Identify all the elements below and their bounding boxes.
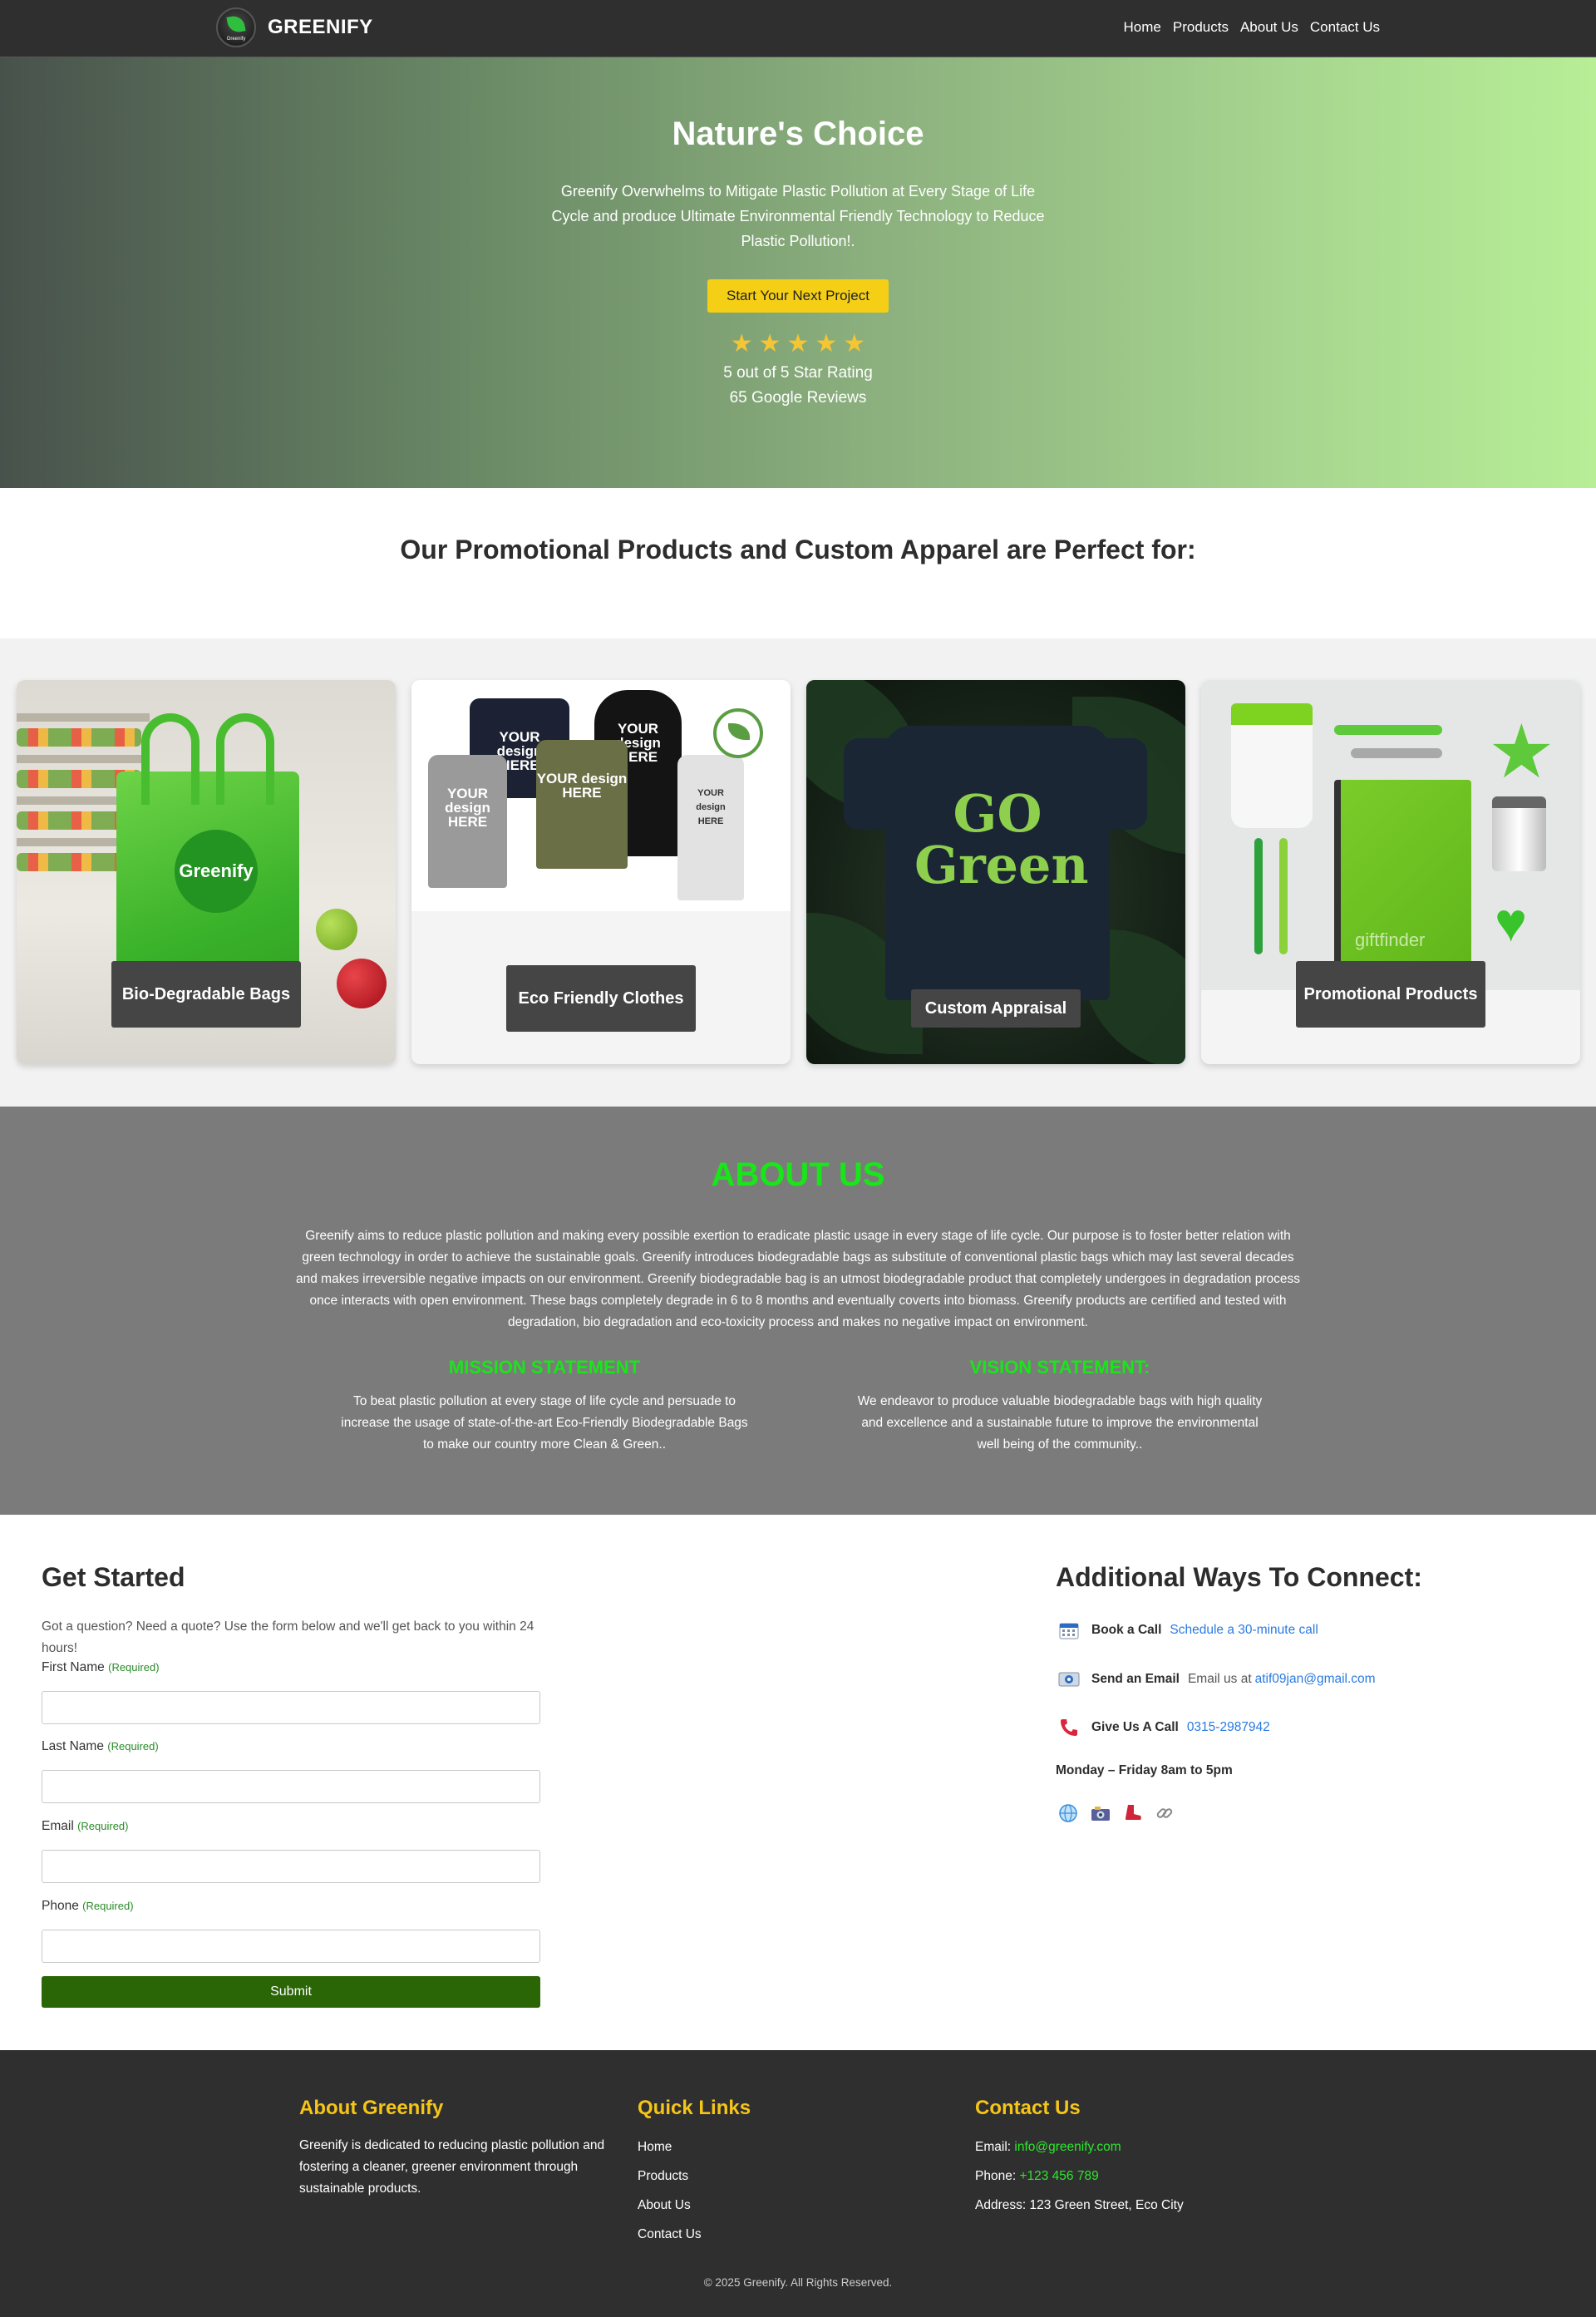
footer-link-about[interactable]: About Us: [638, 2198, 691, 2213]
card-custom-appraisal[interactable]: GO Green Custom Appraisal: [806, 680, 1185, 1064]
star-icon: ★: [786, 330, 810, 357]
reviews-text: 65 Google Reviews: [729, 389, 867, 407]
footer-link-home[interactable]: Home: [638, 2140, 672, 2155]
footer-about-text: Greenify is dedicated to reducing plasti…: [299, 2138, 605, 2196]
phone-label: Phone (Required): [42, 1899, 134, 1913]
hero-description: Greenify Overwhelms to Mitigate Plastic …: [551, 183, 1045, 249]
perfect-for-heading: Our Promotional Products and Custom Appa…: [400, 535, 1196, 564]
star-icon: ★: [758, 330, 781, 357]
send-email-row: Send an Email Email us at atif09jan@gmai…: [1058, 1669, 1376, 1689]
about-section: ABOUT US Greenify aims to reduce plastic…: [0, 1107, 1596, 1515]
hero-title: Nature's Choice: [672, 116, 924, 152]
logo-mini-text: Greenify: [226, 37, 246, 42]
connect-title: Additional Ways To Connect:: [1056, 1562, 1422, 1592]
card-label-clothes: Eco Friendly Clothes: [506, 965, 696, 1032]
logo-icon: Greenify: [216, 7, 256, 47]
bag-logo-text: Greenify: [175, 830, 258, 913]
schedule-call-link[interactable]: Schedule a 30-minute call: [1170, 1623, 1318, 1638]
email-label: Email (Required): [42, 1819, 129, 1833]
get-started-description: Got a question? Need a quote? Use the fo…: [42, 1619, 534, 1655]
nav-links: Home Products About Us Contact Us: [1124, 19, 1380, 36]
star-icon: ★: [843, 330, 866, 357]
email-input[interactable]: [42, 1850, 540, 1883]
book-call-label: Book a Call: [1091, 1623, 1162, 1637]
email-icon: [1058, 1669, 1080, 1689]
copyright: © 2025 Greenify. All Rights Reserved.: [703, 2276, 893, 2289]
vision-text: We endeavor to produce valuable biodegra…: [857, 1394, 1263, 1452]
nav-link-products[interactable]: Products: [1173, 19, 1229, 36]
promo-image: ★ ♥ giftfinder: [1201, 680, 1580, 990]
card-label-appraisal: Custom Appraisal: [911, 989, 1081, 1028]
giftfinder-text: giftfinder: [1355, 929, 1426, 950]
card-eco-friendly-clothes[interactable]: YOUR design HERE YOUR design HERE YOUR design…: [411, 680, 791, 1064]
leaf-icon: [226, 14, 246, 34]
footer-address: Address: 123 Green Street, Eco City: [975, 2198, 1184, 2212]
footer-link-contact[interactable]: Contact Us: [638, 2227, 702, 2242]
footer-about-title: About Greenify: [299, 2097, 444, 2119]
go-green-text: GO Green: [914, 783, 1089, 895]
about-title: ABOUT US: [711, 1156, 885, 1193]
get-started-title: Get Started: [42, 1562, 185, 1592]
give-call-row: Give Us A Call 0315-2987942: [1058, 1718, 1270, 1738]
link-icon[interactable]: [1155, 1803, 1175, 1828]
nav-link-home[interactable]: Home: [1124, 19, 1161, 36]
card-label-bags: Bio-Degradable Bags: [111, 961, 301, 1028]
card-promotional-products[interactable]: ★ ♥ giftfinder Promotional Products: [1201, 680, 1580, 1064]
product-cards-section: Greenify Bio-Degradable Bags YOUR design H…: [0, 638, 1596, 1107]
phone-icon: [1058, 1718, 1080, 1738]
footer-phone: Phone: +123 456 789: [975, 2169, 1099, 2183]
eco-leaf-icon: [713, 708, 763, 758]
about-text: Greenify aims to reduce plastic pollutio…: [296, 1229, 1300, 1329]
submit-button[interactable]: Submit: [42, 1976, 540, 2008]
social-icons: [1058, 1803, 1175, 1828]
contact-email-link[interactable]: atif09jan@gmail.com: [1255, 1672, 1376, 1687]
give-call-label: Give Us A Call: [1091, 1720, 1179, 1734]
first-name-input[interactable]: [42, 1691, 540, 1724]
star-rating: ★ ★ ★ ★ ★: [0, 332, 1596, 357]
mission-title: MISSION STATEMENT: [448, 1357, 641, 1378]
footer-email: Email: info@greenify.com: [975, 2140, 1121, 2154]
phone-link[interactable]: 0315-2987942: [1187, 1720, 1270, 1735]
footer-phone-link[interactable]: +123 456 789: [1019, 2169, 1098, 2183]
boot-icon[interactable]: [1123, 1803, 1143, 1828]
camera-icon[interactable]: [1090, 1803, 1111, 1828]
clothes-image: YOUR design HERE YOUR design HERE YOUR design…: [411, 680, 791, 911]
star-icon: ★: [815, 330, 838, 357]
calendar-icon: [1058, 1620, 1080, 1640]
phone-input[interactable]: [42, 1930, 540, 1963]
last-name-label: Last Name (Required): [42, 1739, 159, 1753]
email-prefix: Email us at: [1187, 1672, 1252, 1686]
rating-text: 5 out of 5 Star Rating: [723, 364, 873, 382]
footer-email-link[interactable]: info@greenify.com: [1014, 2140, 1121, 2154]
footer: About Greenify Greenify is dedicated to …: [0, 2050, 1596, 2317]
top-navbar: Greenify GREENIFY Home Products About Us…: [0, 0, 1596, 57]
business-hours: Monday – Friday 8am to 5pm: [1056, 1763, 1233, 1777]
card-bio-degradable-bags[interactable]: Greenify Bio-Degradable Bags: [17, 680, 396, 1064]
globe-icon[interactable]: [1058, 1803, 1078, 1828]
brand[interactable]: Greenify GREENIFY: [216, 7, 373, 47]
card-label-promotional: Promotional Products: [1296, 961, 1485, 1028]
vision-title: VISION STATEMENT:: [969, 1357, 1150, 1378]
footer-contact-title: Contact Us: [975, 2097, 1081, 2119]
book-call-row: Book a Call Schedule a 30-minute call: [1058, 1620, 1318, 1640]
start-project-button[interactable]: Start Your Next Project: [707, 279, 889, 313]
footer-links-title: Quick Links: [638, 2097, 751, 2119]
clothes-image-text: YOUR design HERE: [536, 740, 628, 869]
star-icon: ★: [730, 330, 753, 357]
send-email-label: Send an Email: [1091, 1672, 1180, 1686]
last-name-input[interactable]: [42, 1770, 540, 1803]
nav-link-contact[interactable]: Contact Us: [1310, 19, 1380, 36]
footer-link-products[interactable]: Products: [638, 2169, 688, 2184]
hero-section: Nature's Choice Greenify Overwhelms to M…: [0, 57, 1596, 488]
mission-text: To beat plastic pollution at every stage…: [341, 1394, 748, 1452]
first-name-label: First Name (Required): [42, 1660, 160, 1674]
brand-name: GREENIFY: [268, 16, 373, 38]
nav-link-about[interactable]: About Us: [1240, 19, 1298, 36]
